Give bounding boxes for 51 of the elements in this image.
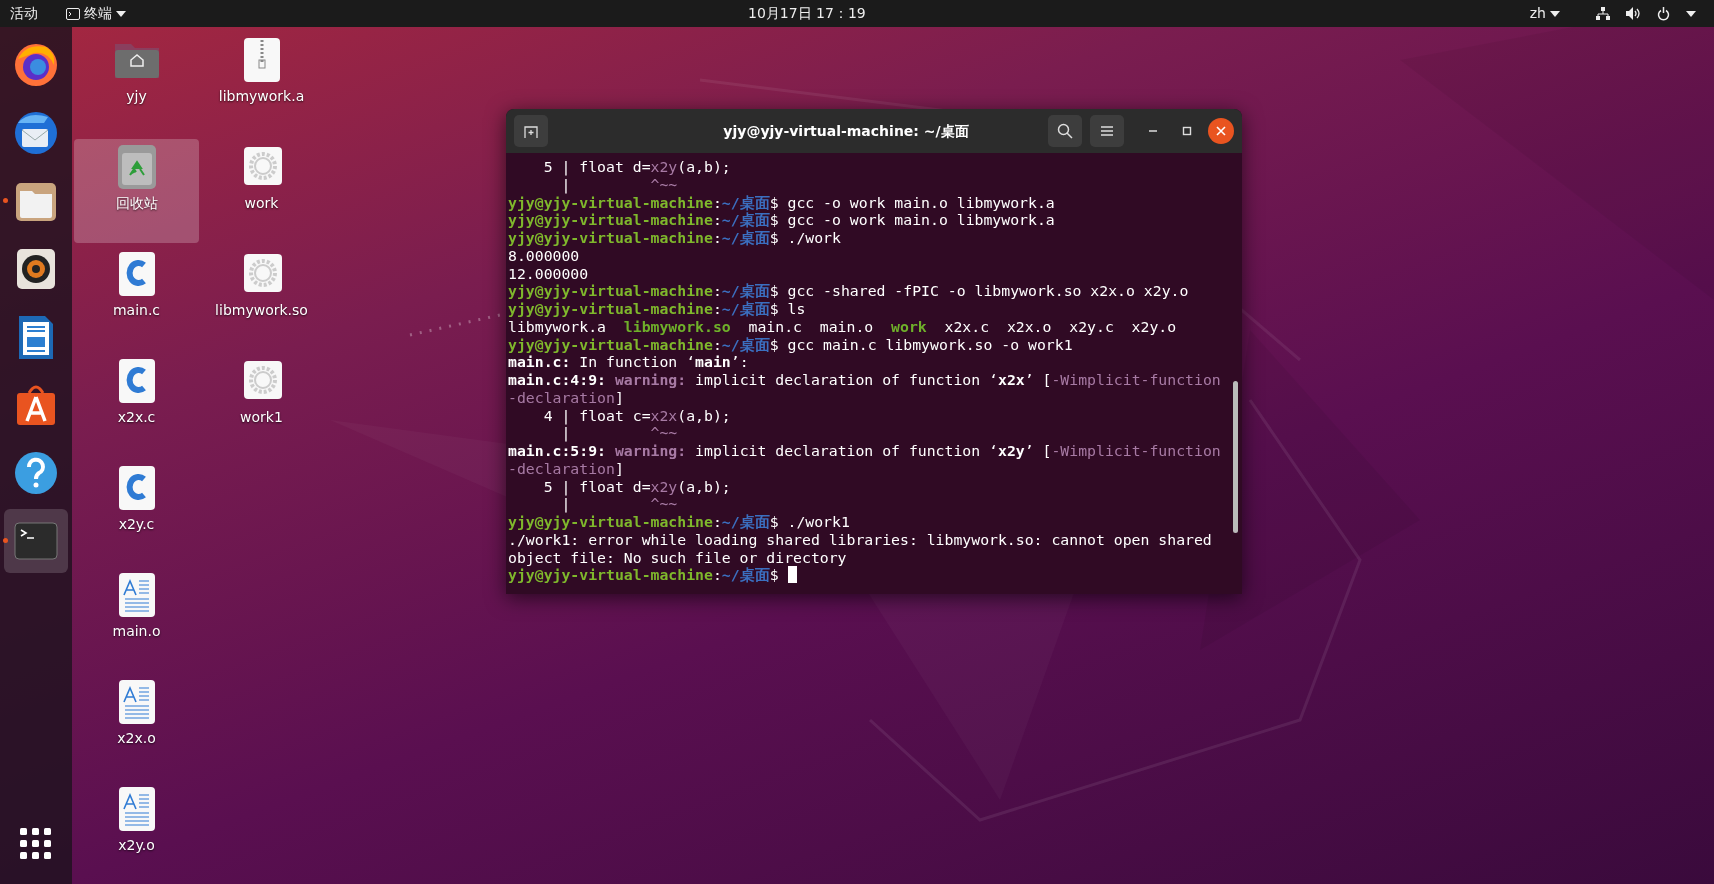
terminal-line: yjy@yjy-virtual-machine:~/桌面$ ./work bbox=[508, 229, 842, 247]
terminal-line: | ^~~ bbox=[560, 495, 679, 513]
terminal-line: -declaration] bbox=[508, 388, 625, 407]
activities-button[interactable]: 活动 bbox=[0, 0, 48, 27]
terminal-line: libmywork.a libmywork.so main.c main.o work x2x.c x2x.o x2y.c x2y.o bbox=[508, 317, 1178, 336]
terminal-line: ./work1: error while loading shared libraries: libmywork.so: cannot open shared bbox=[508, 530, 1213, 549]
terminal-line: -declaration] bbox=[508, 459, 625, 478]
terminal-line: 4 | float c=x2x(a,b); bbox=[542, 406, 732, 425]
window-title: yjy@yjy-virtual-machine: ~/桌面 bbox=[722, 121, 970, 141]
terminal-icon bbox=[66, 7, 80, 20]
terminal-line: 5 | float d=x2y(a,b); bbox=[542, 158, 732, 176]
close-icon bbox=[1216, 126, 1226, 136]
firefox-icon bbox=[12, 41, 60, 89]
terminal-line: main.c:5:9: warning: implicit declaration of function ‘x2y’ [-Wimplicit-function bbox=[508, 442, 1222, 460]
new-tab-button[interactable] bbox=[514, 115, 548, 147]
terminal-line: yjy@yjy-virtual-machine:~/桌面$ gcc -o work main.o libmywork.a bbox=[508, 193, 1056, 212]
terminal-line: yjy@yjy-virtual-machine:~/桌面$ ./work1 bbox=[508, 513, 851, 531]
caret-icon bbox=[1550, 10, 1560, 17]
menu-icon bbox=[1100, 125, 1114, 137]
terminal-line: yjy@yjy-virtual-machine:~/桌面$ gcc -shared -fPIC -o libmywork.so x2x.o x2y.o bbox=[508, 282, 1190, 300]
new-tab-icon bbox=[523, 123, 539, 139]
mail-icon bbox=[12, 109, 60, 157]
clock[interactable]: 10月17日 17：19 bbox=[738, 0, 876, 27]
app-menu[interactable]: 终端 bbox=[56, 0, 136, 27]
maximize-icon bbox=[1182, 126, 1192, 136]
terminal-line: yjy@yjy-virtual-machine:~/桌面$ ls bbox=[508, 300, 807, 318]
caret-icon bbox=[1686, 10, 1696, 17]
power-icon bbox=[1657, 6, 1670, 21]
terminal-line: 5 | float d=x2y(a,b); bbox=[542, 477, 732, 496]
terminal-line: | ^~~ bbox=[560, 175, 679, 194]
volume-icon bbox=[1626, 7, 1641, 20]
terminal-line: 12.000000 bbox=[508, 264, 590, 283]
close-button[interactable] bbox=[1208, 118, 1234, 144]
input-method-menu[interactable]: zh bbox=[1519, 0, 1570, 27]
search-icon bbox=[1057, 123, 1073, 139]
network-icon bbox=[1596, 7, 1610, 20]
minimize-icon bbox=[1148, 130, 1158, 132]
menu-button[interactable] bbox=[1090, 115, 1124, 147]
caret-icon bbox=[116, 10, 126, 17]
search-button[interactable] bbox=[1048, 115, 1082, 147]
terminal-line: yjy@yjy-virtual-machine:~/桌面$ gcc main.c libmywork.so -o work1 bbox=[508, 335, 1074, 354]
terminal-line: 8.000000 bbox=[508, 246, 581, 265]
terminal-line: | ^~~ bbox=[560, 424, 679, 442]
desktop-icon[interactable]: 回收站 bbox=[74, 139, 199, 243]
help-icon bbox=[12, 449, 60, 497]
terminal-line: yjy@yjy-virtual-machine:~/桌面$ gcc -o work main.o libmywork.a bbox=[508, 211, 1056, 229]
terminal-line: yjy@yjy-virtual-machine:~/桌面$ bbox=[508, 566, 779, 584]
terminal-line: object file: No such file or directory bbox=[508, 548, 848, 567]
terminal-line: main.c:4:9: warning: implicit declaration of function ‘x2x’ [-Wimplicit-function bbox=[508, 371, 1222, 389]
scrollbar[interactable] bbox=[1233, 381, 1238, 533]
terminal-line: main.c: In function ‘main’: bbox=[508, 353, 750, 371]
